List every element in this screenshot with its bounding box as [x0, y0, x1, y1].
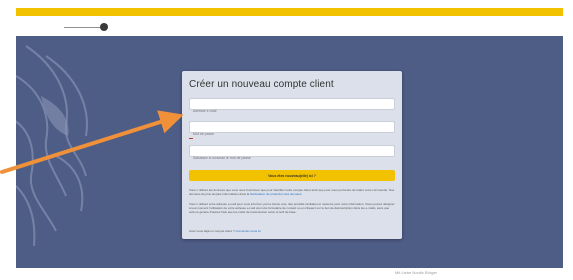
email-field[interactable]	[189, 98, 395, 116]
login-prompt-text: Avez-vous déjà un compte client ?	[189, 229, 235, 233]
login-prompt-line: Avez-vous déjà un compte client ? Connec…	[189, 229, 395, 233]
logo-mark-icon[interactable]	[100, 23, 108, 31]
password-field[interactable]	[189, 121, 395, 139]
signup-card: Créer un nouveau compte client Vous êtes…	[182, 71, 402, 239]
password-error-indicator	[189, 138, 193, 139]
newsletter-paragraph: Vous n’utilisez votre adresse e-mail pou…	[189, 202, 395, 214]
page-title: Créer un nouveau compte client	[189, 79, 334, 90]
tiger-illustration	[16, 45, 88, 247]
password-input[interactable]	[190, 129, 394, 139]
submit-button[interactable]: Vous êtes nouveau(elle) ici ?	[189, 170, 395, 181]
privacy-link[interactable]: Déclaration de protection des données.	[250, 192, 302, 196]
footer-text: Mit Liebe Nordic Bürger	[395, 270, 438, 275]
email-input[interactable]	[190, 106, 394, 116]
header-divider-line	[64, 27, 102, 28]
top-accent-bar	[16, 8, 563, 16]
site-header	[16, 16, 563, 36]
password-confirm-field[interactable]	[189, 145, 395, 163]
hero-section: Créer un nouveau compte client Vous êtes…	[16, 36, 563, 268]
password-confirm-input[interactable]	[190, 153, 394, 163]
privacy-paragraph: Vous n’utilisez les données que vous nou…	[189, 188, 395, 196]
login-link[interactable]: Connectez-vous ici	[235, 229, 260, 233]
